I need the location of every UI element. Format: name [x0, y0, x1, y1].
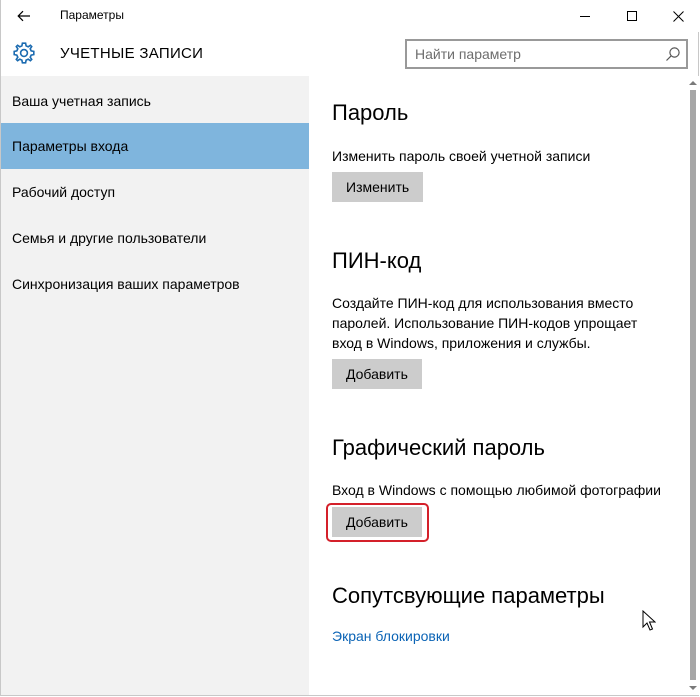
close-button[interactable]: [655, 0, 700, 32]
pin-description: Создайте ПИН-код для использования вмест…: [332, 293, 637, 353]
password-description: Изменить пароль своей учетной записи: [332, 148, 591, 164]
add-picture-password-button[interactable]: Добавить: [332, 507, 422, 537]
picture-password-heading: Графический пароль: [332, 435, 545, 460]
page-header: УЧЕТНЫЕ ЗАПИСИ: [1, 32, 700, 76]
sidebar-item-label: Ваша учетная запись: [12, 93, 151, 109]
pin-description-line: Создайте ПИН-код для использования вмест…: [332, 295, 634, 311]
related-settings-heading: Сопутсвующие параметры: [332, 583, 605, 608]
sidebar-item-label: Семья и другие пользователи: [12, 230, 207, 246]
section-title: УЧЕТНЫЕ ЗАПИСИ: [60, 45, 204, 62]
sidebar-item-family-other-users[interactable]: Семья и другие пользователи: [1, 215, 309, 261]
picture-password-description: Вход в Windows с помощью любимой фотогра…: [332, 482, 661, 498]
maximize-icon: [627, 11, 637, 21]
sidebar-item-sync-settings[interactable]: Синхронизация ваших параметров: [1, 261, 309, 307]
sidebar-item-work-access[interactable]: Рабочий доступ: [1, 169, 309, 215]
settings-window: Параметры УЧЕТНЫЕ ЗАПИСИ Найти параметр …: [0, 0, 700, 696]
search-icon[interactable]: [665, 46, 681, 62]
search-box[interactable]: [405, 39, 688, 69]
pin-description-line: паролей. Использование ПИН-кодов упрощае…: [332, 315, 638, 331]
search-input[interactable]: [415, 44, 655, 64]
back-arrow-icon: [17, 10, 30, 22]
minimize-icon: [580, 16, 590, 17]
pin-heading: ПИН-код: [332, 248, 422, 273]
title-bar: Параметры: [1, 0, 700, 32]
scroll-down-arrow-icon[interactable]: [689, 684, 697, 692]
scrollbar-thumb[interactable]: [690, 90, 696, 680]
close-icon: [672, 10, 684, 22]
sidebar-item-label: Синхронизация ваших параметров: [12, 276, 240, 292]
maximize-button[interactable]: [609, 0, 655, 32]
pin-description-line: вход в Windows, приложения и службы.: [332, 335, 591, 351]
sidebar: Ваша учетная запись Параметры входа Рабо…: [1, 76, 309, 695]
gear-icon: [13, 42, 35, 64]
sidebar-item-your-account[interactable]: Ваша учетная запись: [1, 78, 309, 124]
password-heading: Пароль: [332, 100, 409, 125]
mouse-pointer-icon: [642, 610, 656, 631]
lock-screen-link[interactable]: Экран блокировки: [332, 628, 450, 644]
scroll-up-arrow-icon[interactable]: [689, 79, 697, 87]
window-title: Параметры: [60, 8, 124, 22]
vertical-scrollbar[interactable]: [687, 76, 699, 695]
add-pin-button[interactable]: Добавить: [332, 359, 422, 389]
minimize-button[interactable]: [562, 0, 608, 32]
change-password-button[interactable]: Изменить: [332, 172, 424, 202]
sidebar-item-sign-in-options[interactable]: Параметры входа: [1, 123, 309, 169]
sidebar-item-label: Параметры входа: [12, 138, 129, 154]
back-button[interactable]: [1, 0, 47, 32]
sidebar-item-label: Рабочий доступ: [12, 184, 116, 200]
main-content: Пароль Изменить пароль своей учетной зап…: [309, 76, 687, 695]
